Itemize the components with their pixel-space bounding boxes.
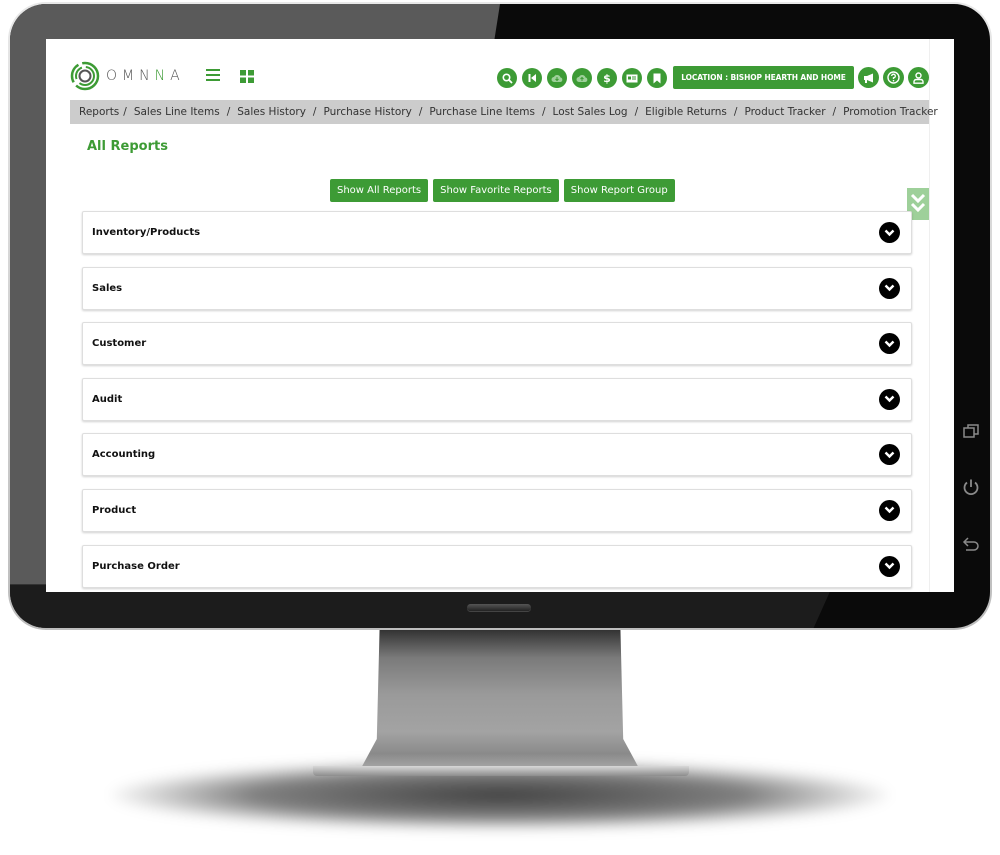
report-group-audit[interactable]: Audit — [82, 377, 912, 421]
header-toolbar: $ — [497, 68, 667, 88]
show-favorite-reports-button[interactable]: Show Favorite Reports — [433, 179, 559, 202]
logo-rings-icon — [70, 61, 100, 91]
report-group-purchase-order[interactable]: Purchase Order — [82, 544, 912, 588]
cloud-download-icon — [551, 75, 563, 82]
screen: OMNNA $ LOCATION : BISHOP HEARTH AND HOM… — [46, 39, 954, 592]
report-group-label: Inventory/Products — [92, 227, 201, 238]
breadcrumb-separator: / — [123, 106, 127, 118]
power-icon[interactable] — [960, 476, 982, 498]
breadcrumb-separator: / — [418, 106, 423, 118]
cloud-upload-button[interactable] — [572, 68, 592, 88]
breadcrumb-lost-sales-log[interactable]: Lost Sales Log — [553, 106, 628, 118]
header-right-toolbar — [858, 67, 929, 88]
breadcrumb-sales-line-items[interactable]: Sales Line Items — [134, 106, 220, 118]
chevron-down-icon[interactable] — [879, 388, 900, 410]
megaphone-icon — [863, 73, 873, 83]
breadcrumb-purchase-history[interactable]: Purchase History — [323, 106, 411, 118]
bookmark-icon — [653, 73, 661, 83]
help-button[interactable] — [883, 67, 904, 88]
chevron-down-icon[interactable] — [879, 222, 900, 243]
chevron-down-icon[interactable] — [879, 555, 900, 577]
breadcrumb-purchase-line-items[interactable]: Purchase Line Items — [429, 106, 535, 118]
breadcrumb-separator: / — [832, 106, 837, 118]
speaker-grille — [467, 604, 531, 611]
dollar-icon: $ — [603, 71, 611, 85]
recent-apps-icon[interactable] — [960, 420, 982, 442]
breadcrumb-separator: / — [634, 106, 639, 118]
report-group-label: Sales — [92, 282, 123, 294]
chevron-down-icon[interactable] — [879, 277, 900, 299]
page-title: All Reports — [87, 139, 168, 154]
monitor-stand — [360, 628, 640, 776]
grid-view-icon[interactable] — [240, 68, 254, 87]
breadcrumb-separator: / — [226, 106, 231, 118]
report-group-inventory-products[interactable]: Inventory/Products — [82, 211, 912, 254]
chevron-down-icon[interactable] — [879, 333, 900, 355]
show-all-reports-button[interactable]: Show All Reports — [330, 179, 429, 202]
skip-back-button[interactable] — [522, 68, 542, 88]
cloud-upload-icon — [576, 75, 588, 82]
chevron-down-icon[interactable] — [879, 444, 900, 466]
contact-card-button[interactable] — [622, 68, 642, 88]
content-edge — [929, 39, 930, 592]
report-filter-buttons: Show All Reports Show Favorite Reports S… — [330, 179, 675, 202]
monitor-stand-base — [313, 766, 689, 776]
breadcrumb-sales-history[interactable]: Sales History — [237, 106, 306, 118]
breadcrumb-separator: / — [733, 106, 738, 118]
announcements-button[interactable] — [858, 67, 879, 88]
report-group-label: Purchase Order — [92, 560, 180, 572]
billing-button[interactable]: $ — [597, 68, 617, 88]
report-group-label: Product — [92, 504, 137, 516]
cloud-download-button[interactable] — [547, 68, 567, 88]
report-group-accounting[interactable]: Accounting — [82, 433, 912, 477]
double-chevron-down-icon — [910, 193, 926, 213]
report-group-customer[interactable]: Customer — [82, 322, 912, 366]
breadcrumb: Reports / Sales Line Items / Sales Histo… — [70, 100, 938, 124]
user-profile-button[interactable] — [908, 67, 929, 88]
skip-back-icon — [528, 74, 536, 82]
bookmark-button[interactable] — [647, 68, 667, 88]
report-group-label: Customer — [92, 338, 147, 350]
help-icon — [887, 71, 900, 84]
breadcrumb-separator: / — [542, 106, 546, 118]
search-icon — [501, 72, 513, 84]
show-report-group-button[interactable]: Show Report Group — [563, 179, 675, 202]
breadcrumb-promotion-tracker[interactable]: Promotion Tracker — [843, 106, 938, 118]
report-group-label: Accounting — [92, 449, 156, 461]
report-groups-list: Inventory/Products Sales Customer Audit … — [82, 211, 912, 592]
report-group-sales[interactable]: Sales — [82, 266, 912, 310]
report-group-label: Audit — [92, 393, 123, 405]
breadcrumb-eligible-returns[interactable]: Eligible Returns — [645, 106, 727, 118]
breadcrumb-separator: / — [312, 106, 317, 118]
back-icon[interactable] — [960, 533, 982, 555]
search-button[interactable] — [497, 68, 517, 88]
report-group-product[interactable]: Product — [82, 488, 912, 532]
hamburger-menu-icon[interactable] — [206, 66, 220, 85]
breadcrumb-product-tracker[interactable]: Product Tracker — [744, 106, 825, 118]
breadcrumb-reports[interactable]: Reports — [79, 106, 119, 118]
brand-name: OMNNA — [106, 68, 185, 84]
user-icon — [913, 71, 924, 84]
omnna-logo[interactable]: OMNNA — [70, 61, 185, 91]
location-button[interactable]: LOCATION : BISHOP HEARTH AND HOME — [673, 66, 854, 89]
chevron-down-icon[interactable] — [879, 499, 900, 521]
id-card-icon — [626, 74, 638, 82]
